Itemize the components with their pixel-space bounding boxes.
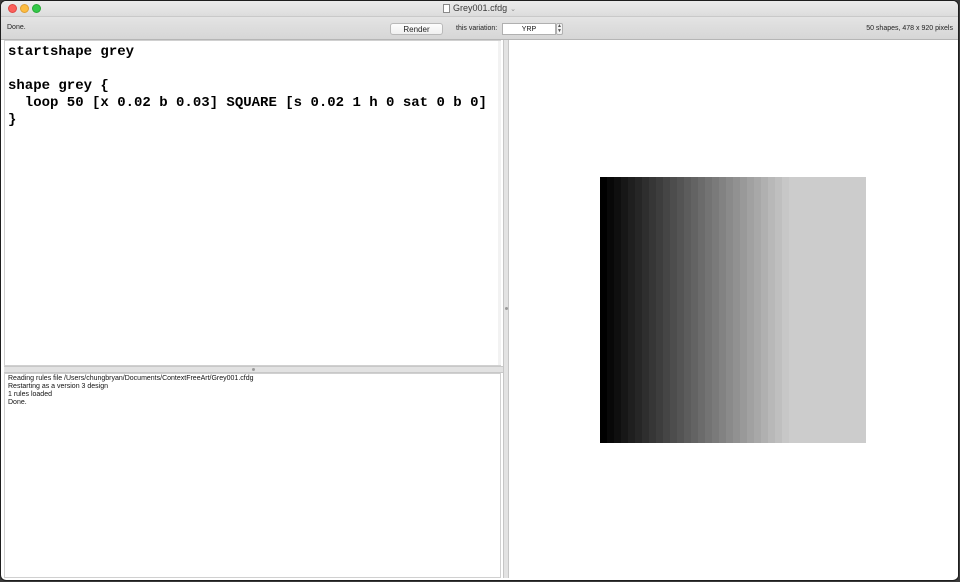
splitter-grip-icon[interactable] [252, 368, 255, 371]
grey-square-strip [754, 177, 761, 443]
log-output: Reading rules file /Users/chungbryan/Doc… [4, 373, 501, 578]
rendered-image [600, 177, 866, 443]
grey-square-strip [810, 177, 817, 443]
grey-square-strip [649, 177, 656, 443]
variation-input[interactable] [502, 23, 556, 35]
grey-square-strip [614, 177, 621, 443]
title-bar[interactable]: Grey001.cfdg ⌄ [1, 1, 958, 17]
log-line: Done. [8, 399, 27, 406]
grey-square-strip [656, 177, 663, 443]
horizontal-splitter[interactable] [4, 366, 503, 373]
log-line: Restarting as a version 3 design [8, 383, 108, 390]
code-text[interactable]: startshape grey shape grey { loop 50 [x … [5, 41, 500, 132]
grey-square-strip [607, 177, 614, 443]
log-line: Reading rules file /Users/chungbryan/Doc… [8, 375, 254, 382]
grey-square-strip [747, 177, 754, 443]
code-editor[interactable]: startshape grey shape grey { loop 50 [x … [4, 40, 501, 366]
grey-square-strip [803, 177, 810, 443]
render-button[interactable]: Render [390, 23, 443, 35]
chevron-down-icon[interactable]: ⌄ [510, 6, 516, 13]
grey-square-strip [733, 177, 740, 443]
grey-square-strip [677, 177, 684, 443]
toolbar: Done. Render this variation: ▲ ▼ 50 shap… [1, 17, 958, 40]
grey-square-strip [719, 177, 726, 443]
app-window: Grey001.cfdg ⌄ Done. Render this variatio… [1, 1, 958, 580]
grey-square-strip [628, 177, 635, 443]
window-title-text: Grey001.cfdg [453, 3, 508, 13]
render-canvas [509, 40, 958, 578]
status-text: Done. [7, 24, 26, 31]
grey-square-strip [796, 177, 803, 443]
grey-square-strip [824, 177, 831, 443]
grey-square-strip [740, 177, 747, 443]
editor-scrollbar[interactable] [498, 41, 501, 365]
grey-square-strip [838, 177, 845, 443]
grey-square-strip [705, 177, 712, 443]
grey-square-strip [768, 177, 775, 443]
grey-square-strip [761, 177, 768, 443]
grey-square-strip [600, 177, 607, 443]
grey-square-strip [775, 177, 782, 443]
variation-label: this variation: [456, 25, 498, 32]
grey-square-strip [635, 177, 642, 443]
log-line: 1 rules loaded [8, 391, 52, 398]
grey-square-strip [789, 177, 796, 443]
grey-square-strip [698, 177, 705, 443]
grey-square-strip [684, 177, 691, 443]
grey-square-strip [782, 177, 789, 443]
grey-square-strip [712, 177, 719, 443]
grey-square-strip [852, 177, 859, 443]
stepper-down-icon[interactable]: ▼ [557, 29, 562, 34]
grey-square-strip [691, 177, 698, 443]
grey-square-strip [663, 177, 670, 443]
grey-square-strip [817, 177, 824, 443]
grey-square-strip [859, 177, 866, 443]
variation-stepper[interactable]: ▲ ▼ [556, 23, 563, 35]
grey-square-strip [845, 177, 852, 443]
grey-square-strip [726, 177, 733, 443]
window-title: Grey001.cfdg ⌄ [1, 2, 958, 16]
grey-square-strip [831, 177, 838, 443]
grey-square-strip [621, 177, 628, 443]
grey-square-strip [670, 177, 677, 443]
document-icon [443, 4, 451, 13]
render-info: 50 shapes, 478 x 920 pixels [866, 25, 953, 32]
grey-square-strip [642, 177, 649, 443]
splitter-grip-icon[interactable] [505, 307, 508, 310]
